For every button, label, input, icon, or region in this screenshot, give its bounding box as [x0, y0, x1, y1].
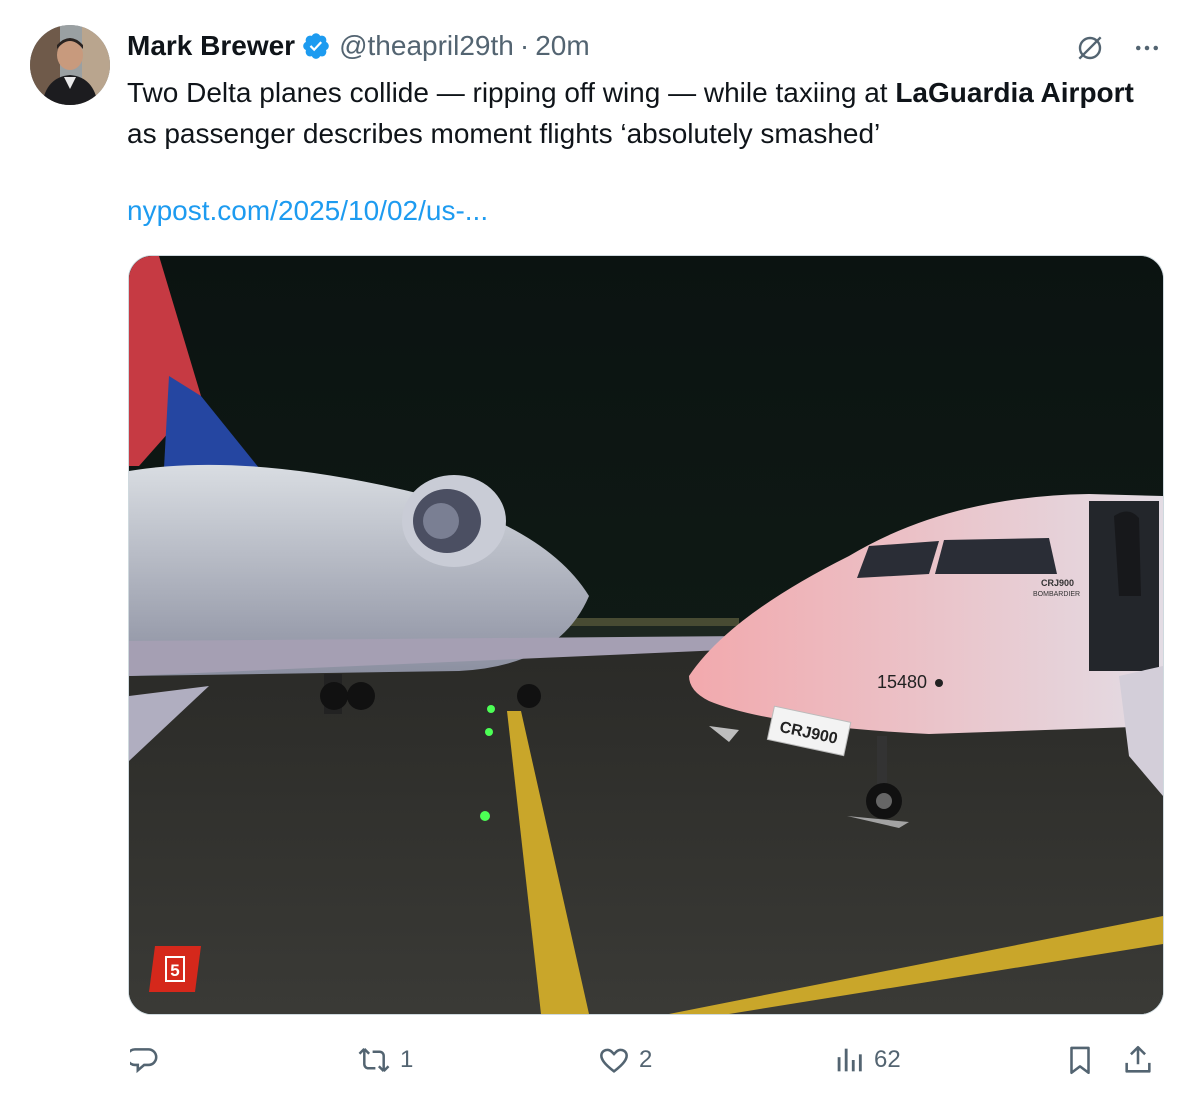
publisher-badge: 5: [149, 946, 201, 992]
retweet-count: 1: [400, 1046, 414, 1073]
side-label: CRJ900: [1041, 578, 1074, 588]
views-icon: [832, 1043, 866, 1077]
tweet-card[interactable]: Mark Brewer @theapril29th · 20m Two Delt…: [0, 0, 1192, 1104]
tail-number: 15480: [877, 672, 927, 692]
tweet-photo[interactable]: CRJ900 15480 CRJ900 BOMBARDIER 5: [128, 255, 1164, 1015]
top-actions: [1074, 32, 1162, 64]
author-handle[interactable]: @theapril29th: [339, 30, 514, 62]
tweet-text: Two Delta planes collide — ripping off w…: [127, 72, 1157, 154]
avatar[interactable]: [30, 25, 110, 105]
article-link[interactable]: nypost.com/2025/10/02/us-...: [127, 195, 488, 227]
author-name[interactable]: Mark Brewer: [127, 30, 295, 62]
grok-icon[interactable]: [1074, 32, 1106, 64]
reply-button[interactable]: [130, 1035, 172, 1085]
side-sublabel: BOMBARDIER: [1033, 591, 1080, 598]
tweet-text-part1: Two Delta planes collide — ripping off w…: [127, 77, 896, 108]
tweet-header: Mark Brewer @theapril29th · 20m: [127, 28, 590, 64]
like-count: 2: [639, 1046, 653, 1073]
separator-dot: ·: [519, 30, 530, 61]
share-button[interactable]: [1121, 1035, 1155, 1085]
publisher-badge-text: 5: [170, 961, 179, 980]
reply-icon: [130, 1043, 164, 1077]
tweet-text-part2: as passenger describes moment flights ‘a…: [127, 118, 881, 149]
tweet-text-bold: LaGuardia Airport: [895, 77, 1134, 108]
bookmark-icon: [1063, 1043, 1097, 1077]
timestamp[interactable]: 20m: [535, 30, 589, 62]
heart-icon: [597, 1043, 631, 1077]
views-button[interactable]: 62: [832, 1035, 901, 1085]
like-button[interactable]: 2: [597, 1035, 652, 1085]
views-count: 62: [874, 1046, 901, 1073]
verified-badge-icon: [301, 31, 331, 61]
retweet-button[interactable]: 1: [356, 1035, 413, 1085]
bookmark-button[interactable]: [1063, 1035, 1097, 1085]
retweet-icon: [356, 1043, 392, 1077]
more-options-icon[interactable]: [1132, 33, 1162, 63]
action-bar: 1 2 62: [0, 1035, 1192, 1085]
share-icon: [1121, 1043, 1155, 1077]
